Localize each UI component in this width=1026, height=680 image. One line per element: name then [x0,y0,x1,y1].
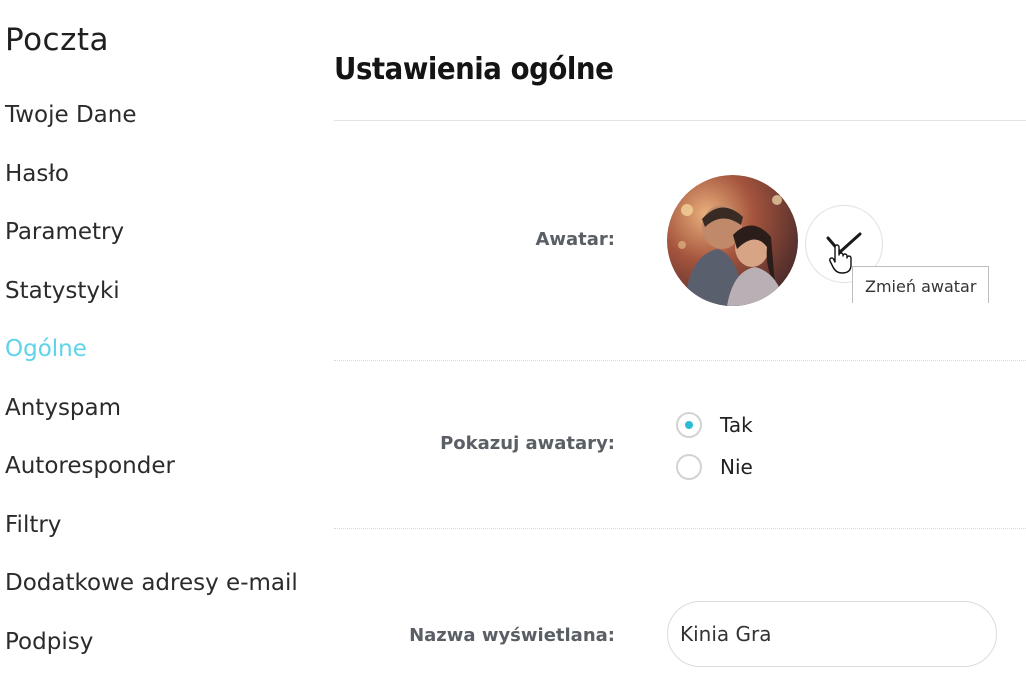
radio-nie[interactable] [676,454,702,480]
display-name-input[interactable] [667,601,997,667]
radio-nie-label: Nie [720,455,753,479]
sidebar-item-twoje-dane[interactable]: Twoje Dane [5,96,298,155]
sidebar-title: Poczta [5,22,110,58]
sidebar-item-ogolne[interactable]: Ogólne [5,330,298,389]
show-avatars-label: Pokazuj awatary: [440,433,615,454]
sidebar-item-autoresponder[interactable]: Autoresponder [5,447,298,506]
radio-tak[interactable] [676,412,702,438]
avatar-label: Awatar: [535,229,615,250]
avatar-photo [667,175,798,306]
radio-option-tak[interactable]: Tak [676,410,753,440]
radio-option-nie[interactable]: Nie [676,452,753,482]
display-name-label: Nazwa wyświetlana: [409,625,615,646]
sidebar: Poczta Twoje Dane Hasło Parametry Statys… [0,0,320,680]
title-divider [334,120,1026,121]
sidebar-item-parametry[interactable]: Parametry [5,213,298,272]
row-divider [334,528,1026,529]
radio-tak-label: Tak [720,413,753,437]
sidebar-item-filtry[interactable]: Filtry [5,506,298,565]
page-title: Ustawienia ogólne [334,52,614,87]
sidebar-item-podpisy[interactable]: Podpisy [5,623,298,680]
settings-page: Poczta Twoje Dane Hasło Parametry Statys… [0,0,1026,680]
main-content: Ustawienia ogólne Awatar: Zmień awatar P… [334,0,1026,680]
sidebar-item-antyspam[interactable]: Antyspam [5,389,298,448]
avatar [667,175,798,306]
hand-cursor-icon [829,244,852,274]
row-divider [334,360,1026,361]
sidebar-item-statystyki[interactable]: Statystyki [5,272,298,331]
change-avatar-tooltip: Zmień awatar [852,266,990,303]
sidebar-item-dodatkowe-adresy[interactable]: Dodatkowe adresy e-mail [5,564,298,623]
sidebar-list: Twoje Dane Hasło Parametry Statystyki Og… [5,96,298,680]
sidebar-item-haslo[interactable]: Hasło [5,155,298,214]
